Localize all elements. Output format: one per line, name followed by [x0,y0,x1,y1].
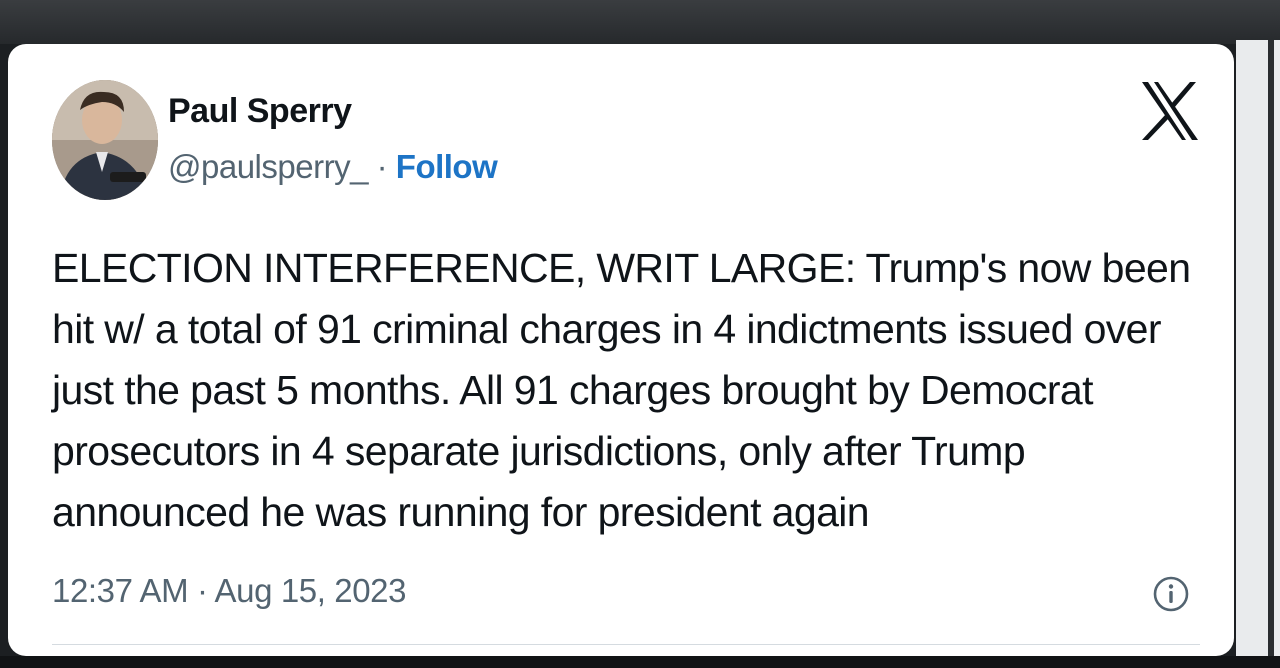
footer-divider [52,644,1200,645]
info-icon[interactable] [1152,575,1190,613]
avatar[interactable] [52,80,158,200]
right-bezel-edge [1268,40,1274,660]
handle-separator: · [376,148,388,185]
bottom-bezel [0,656,1280,668]
top-bezel [0,0,1280,44]
author-handle-row: @paulsperry_ · Follow [168,148,498,186]
tweet-text: ELECTION INTERFERENCE, WRIT LARGE: Trump… [52,245,1191,535]
author-handle[interactable]: @paulsperry_ [168,148,368,185]
follow-button[interactable]: Follow [396,148,498,185]
x-logo-icon[interactable] [1140,80,1200,142]
tweet-timestamp[interactable]: 12:37 AM · Aug 15, 2023 [52,572,406,610]
author-name[interactable]: Paul Sperry [168,92,352,131]
